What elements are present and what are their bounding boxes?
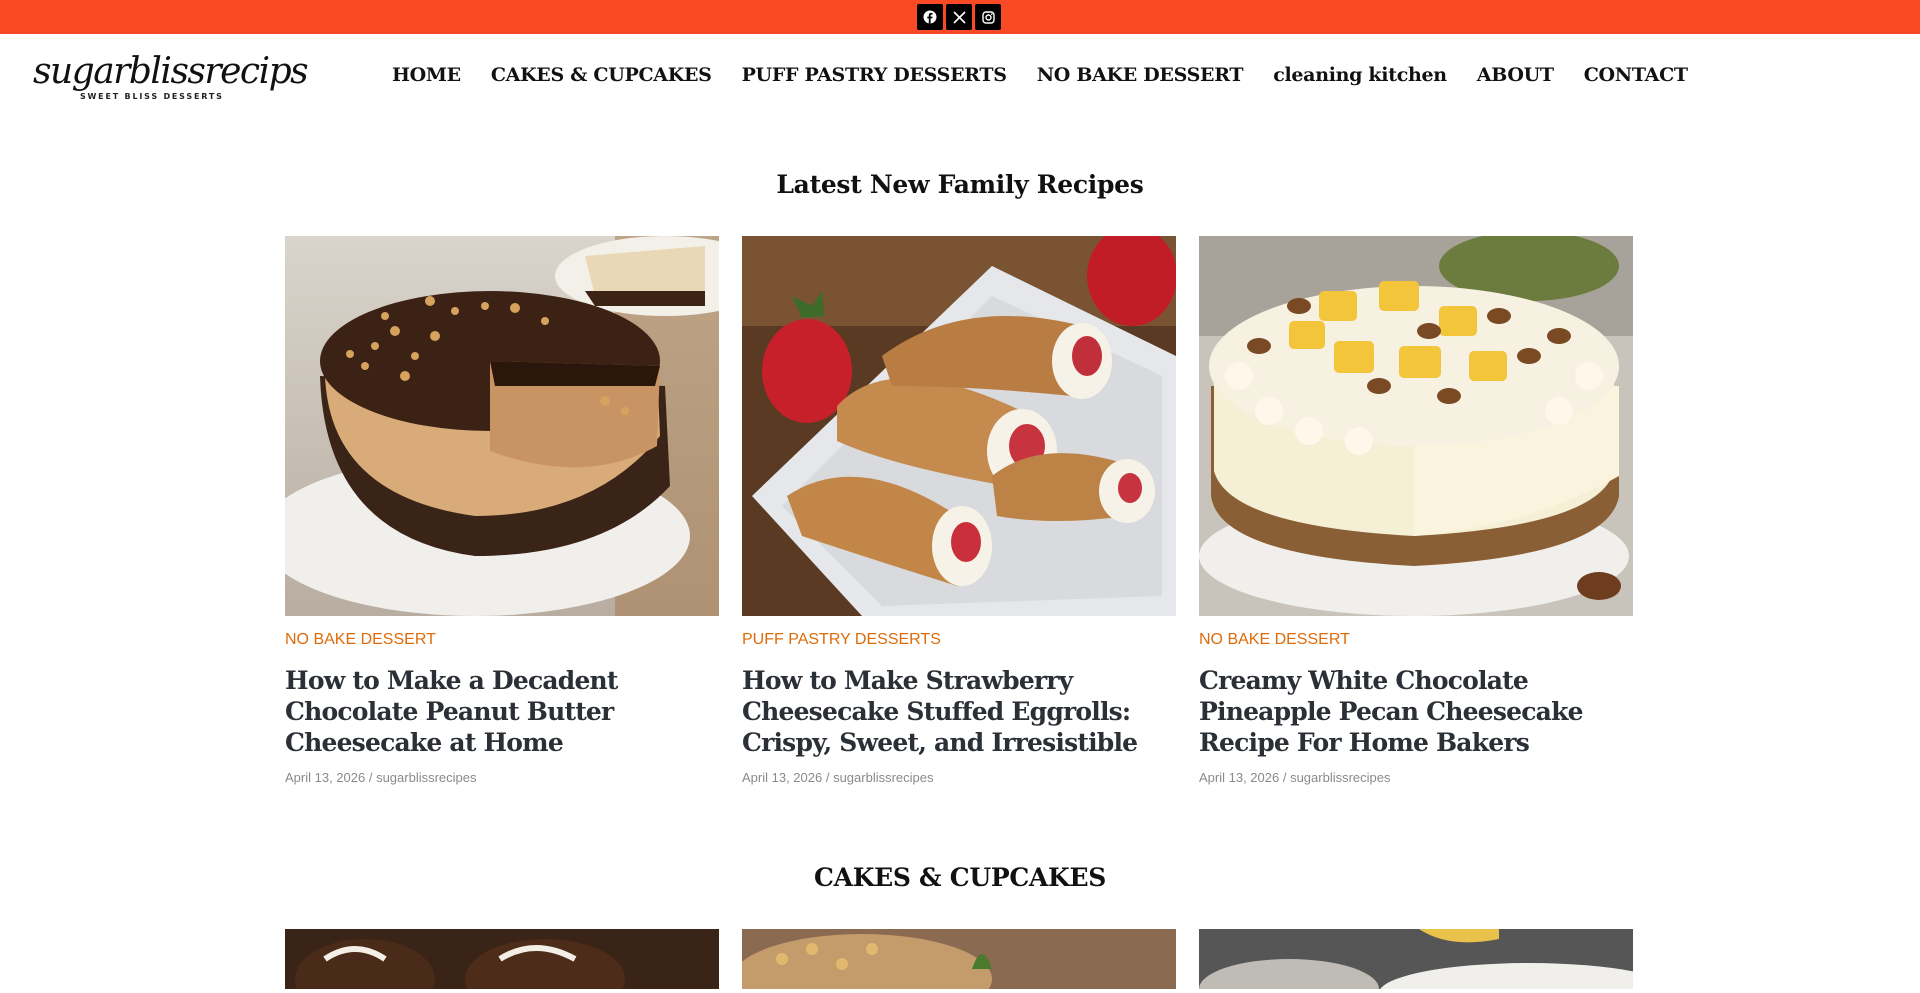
post-author[interactable]: sugarblissrecipes bbox=[376, 770, 476, 785]
post-category[interactable]: NO BAKE DESSERT bbox=[285, 631, 719, 649]
x-twitter-link[interactable] bbox=[946, 4, 972, 30]
nav-item-cleaning-kitchen[interactable]: cleaning kitchen bbox=[1273, 64, 1447, 86]
post-thumbnail[interactable] bbox=[1199, 929, 1633, 989]
post-thumbnail[interactable] bbox=[285, 929, 719, 989]
facebook-link[interactable] bbox=[917, 4, 943, 30]
post-meta: April 13, 2026 / sugarblissrecipes bbox=[1199, 770, 1633, 785]
logo-wordmark: sugarblissrecips bbox=[33, 51, 309, 92]
nav-item-contact[interactable]: CONTACT bbox=[1584, 64, 1688, 86]
post-author[interactable]: sugarblissrecipes bbox=[1290, 770, 1390, 785]
post-date: April 13, 2026 bbox=[742, 770, 823, 785]
post-category[interactable]: PUFF PASTRY DESSERTS bbox=[742, 631, 1176, 649]
cakes-section-title: CAKES & CUPCAKES bbox=[814, 863, 1106, 892]
nav-item-cakes-cupcakes[interactable]: CAKES & CUPCAKES bbox=[491, 64, 712, 86]
instagram-link[interactable] bbox=[975, 4, 1001, 30]
latest-section-title: Latest New Family Recipes bbox=[776, 170, 1144, 199]
post-thumbnail[interactable] bbox=[742, 236, 1176, 616]
post-category[interactable]: NO BAKE DESSERT bbox=[1199, 631, 1633, 649]
nav-item-no-bake-dessert[interactable]: NO BAKE DESSERT bbox=[1037, 64, 1244, 86]
post-date: April 13, 2026 bbox=[1199, 770, 1280, 785]
meta-separator: / bbox=[1279, 770, 1291, 785]
post-card: PUFF PASTRY DESSERTS How to Make Strawbe… bbox=[742, 236, 1176, 785]
nav-item-home[interactable]: HOME bbox=[392, 64, 461, 86]
post-author[interactable]: sugarblissrecipes bbox=[833, 770, 933, 785]
main-nav: HOME CAKES & CUPCAKES PUFF PASTRY DESSER… bbox=[392, 64, 1688, 86]
facebook-icon bbox=[923, 10, 937, 24]
logo-tagline: SWEET BLISS DESSERTS bbox=[80, 92, 224, 101]
meta-separator: / bbox=[822, 770, 834, 785]
post-title[interactable]: How to Make a Decadent Chocolate Peanut … bbox=[285, 665, 719, 758]
post-meta: April 13, 2026 / sugarblissrecipes bbox=[742, 770, 1176, 785]
x-icon bbox=[952, 10, 966, 24]
post-date: April 13, 2026 bbox=[285, 770, 366, 785]
meta-separator: / bbox=[365, 770, 377, 785]
post-thumbnail[interactable] bbox=[285, 236, 719, 616]
post-card: NO BAKE DESSERT How to Make a Decadent C… bbox=[285, 236, 719, 785]
post-meta: April 13, 2026 / sugarblissrecipes bbox=[285, 770, 719, 785]
social-links bbox=[917, 4, 1001, 30]
top-bar bbox=[0, 0, 1920, 34]
nav-item-about[interactable]: ABOUT bbox=[1477, 64, 1554, 86]
instagram-icon bbox=[981, 10, 995, 24]
post-title[interactable]: How to Make Strawberry Cheesecake Stuffe… bbox=[742, 665, 1176, 758]
site-logo[interactable]: sugarblissrecips SWEET BLISS DESSERTS bbox=[33, 52, 309, 104]
post-thumbnail[interactable] bbox=[1199, 236, 1633, 616]
post-card: NO BAKE DESSERT Creamy White Chocolate P… bbox=[1199, 236, 1633, 785]
post-title[interactable]: Creamy White Chocolate Pineapple Pecan C… bbox=[1199, 665, 1633, 758]
site-header: sugarblissrecips SWEET BLISS DESSERTS HO… bbox=[0, 34, 1920, 120]
post-thumbnail[interactable] bbox=[742, 929, 1176, 989]
nav-item-puff-pastry-desserts[interactable]: PUFF PASTRY DESSERTS bbox=[742, 64, 1007, 86]
